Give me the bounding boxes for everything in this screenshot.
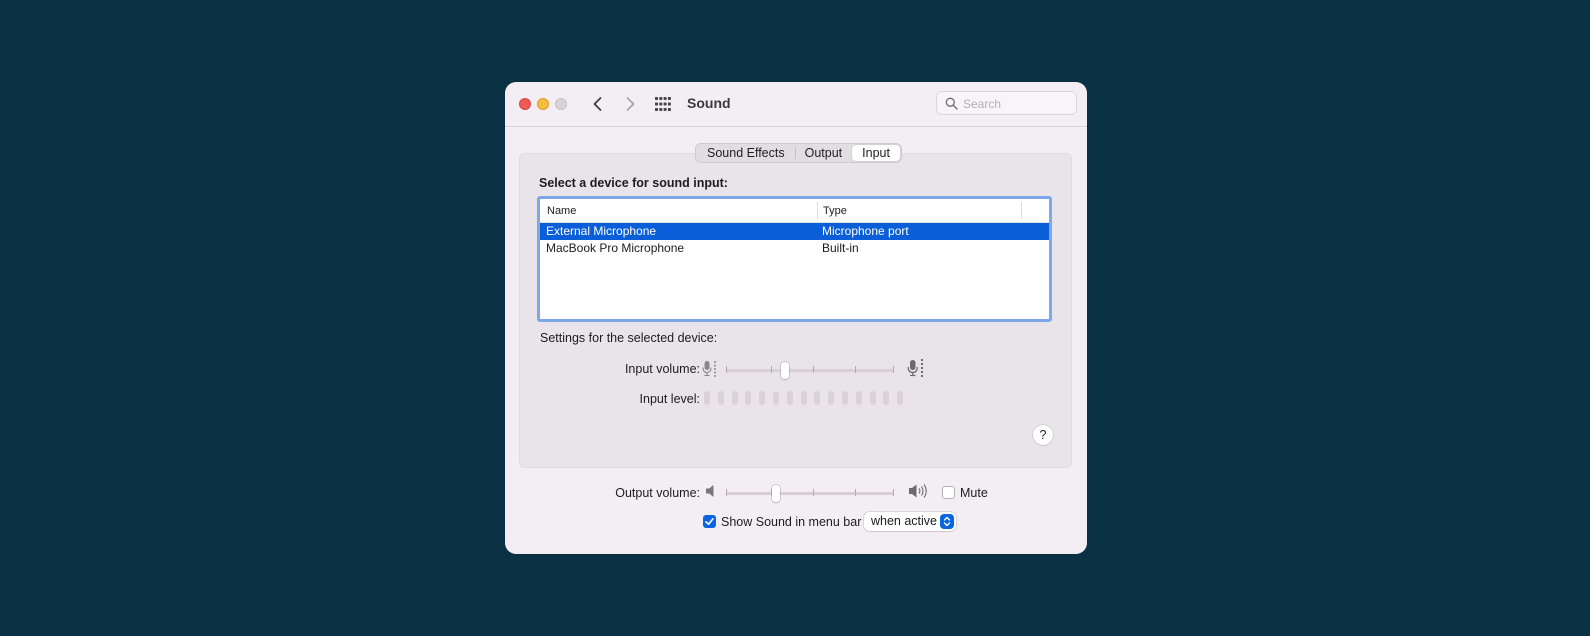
level-segment: [869, 391, 876, 405]
device-list-heading: Select a device for sound input:: [539, 176, 728, 190]
device-name: MacBook Pro Microphone: [546, 241, 685, 255]
grid-icon[interactable]: [654, 96, 672, 112]
zoom-button[interactable]: [555, 98, 567, 110]
device-name: External Microphone: [546, 224, 657, 238]
microphone-high-icon: [907, 359, 923, 377]
popup-arrows: [940, 514, 954, 529]
search-input[interactable]: [963, 95, 1073, 112]
level-segment: [828, 391, 835, 405]
slider-tick: [726, 489, 727, 496]
input-level-meter: [704, 391, 904, 405]
slider-tick: [893, 489, 894, 496]
search-field[interactable]: [936, 91, 1077, 115]
title-bar: Sound: [505, 82, 1087, 127]
show-in-menu-bar-checkbox[interactable]: [703, 515, 716, 528]
settings-label: Settings for the selected device:: [540, 331, 718, 345]
microphone-low-icon: [702, 361, 716, 377]
input-volume-label: Input volume:: [624, 362, 700, 376]
slider-tick: [893, 366, 894, 373]
slider-tick: [855, 366, 856, 373]
slider-tick: [771, 366, 772, 373]
level-segment: [855, 391, 862, 405]
level-segment: [897, 391, 904, 405]
minimize-button[interactable]: [537, 98, 549, 110]
input-device-table[interactable]: Name Type External Microphone Microphone…: [537, 196, 1052, 322]
slider-knob[interactable]: [781, 362, 789, 379]
output-volume-label: Output volume:: [615, 486, 700, 500]
tab-output[interactable]: Output: [794, 145, 853, 161]
search-icon: [945, 97, 958, 110]
window-title: Sound: [687, 95, 731, 111]
slider-knob[interactable]: [772, 485, 780, 502]
level-segment: [745, 391, 752, 405]
device-type: Built-in: [822, 241, 859, 255]
checkmark-icon: [705, 518, 714, 525]
column-divider: [1021, 202, 1022, 219]
popup-value: when active: [871, 514, 938, 528]
input-volume-slider[interactable]: [726, 362, 894, 379]
table-row[interactable]: External Microphone Microphone port: [540, 223, 1049, 240]
slider-track: [726, 492, 894, 495]
slider-tick: [813, 366, 814, 373]
column-divider: [817, 202, 818, 219]
level-segment: [800, 391, 807, 405]
tab-bar: Sound Effects Output Input: [695, 143, 902, 163]
level-segment: [841, 391, 848, 405]
slider-track: [726, 369, 894, 372]
output-volume-slider[interactable]: [726, 485, 894, 502]
speaker-high-icon: [909, 484, 927, 498]
slider-tick: [813, 489, 814, 496]
level-segment: [772, 391, 779, 405]
device-type: Microphone port: [822, 224, 909, 238]
level-segment: [883, 391, 890, 405]
level-segment: [704, 391, 710, 405]
level-segment: [731, 391, 738, 405]
level-segment: [717, 391, 724, 405]
close-button[interactable]: [519, 98, 531, 110]
column-header-name[interactable]: Name: [547, 205, 576, 217]
level-segment: [814, 391, 821, 405]
table-header: Name Type: [540, 199, 1049, 223]
column-header-type[interactable]: Type: [823, 205, 847, 217]
chevron-up-down-icon: [943, 516, 951, 527]
chevron-left-icon: [593, 97, 602, 111]
table-row[interactable]: MacBook Pro Microphone Built-in: [540, 240, 1049, 257]
level-segment: [759, 391, 766, 405]
mute-label: Mute: [960, 486, 988, 500]
back-button[interactable]: [587, 93, 609, 115]
help-button[interactable]: ?: [1033, 425, 1053, 445]
sound-preferences-window: Sound Sound Effects Output Input Select …: [505, 82, 1087, 554]
tab-input[interactable]: Input: [852, 145, 900, 161]
tab-sound-effects[interactable]: Sound Effects: [697, 145, 795, 161]
chevron-right-icon: [626, 97, 635, 111]
speaker-low-icon: [706, 485, 714, 497]
forward-button[interactable]: [619, 93, 641, 115]
slider-tick: [855, 489, 856, 496]
level-segment: [786, 391, 793, 405]
menu-bar-visibility-popup[interactable]: when active: [864, 512, 956, 531]
slider-tick: [726, 366, 727, 373]
input-level-label: Input level:: [639, 392, 700, 406]
mute-checkbox[interactable]: [942, 486, 955, 499]
show-in-menu-bar-label: Show Sound in menu bar: [721, 515, 862, 529]
